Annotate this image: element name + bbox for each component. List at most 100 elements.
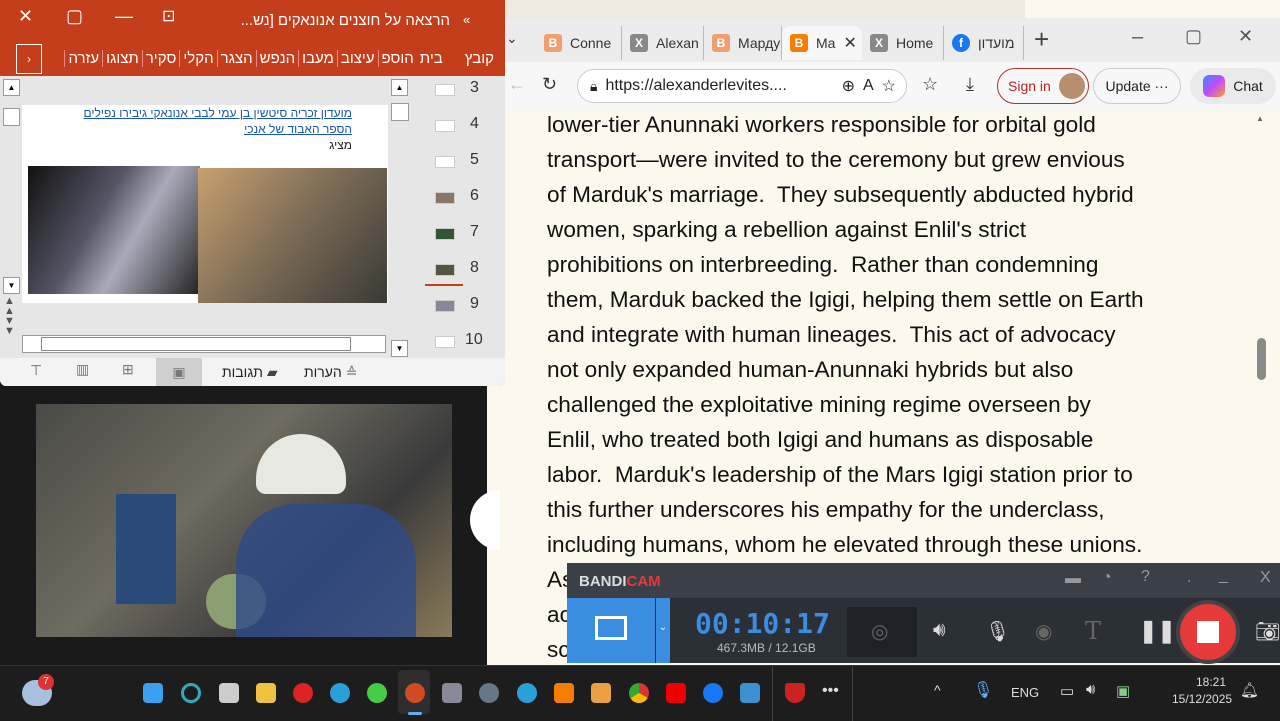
microphone-icon[interactable]: 🎙︎ [973,680,993,700]
scrollbar-thumb[interactable] [41,337,351,351]
close-tab-icon[interactable]: ✕ [843,33,856,53]
ribbon-tab[interactable]: הצגר [216,49,256,67]
checkbox[interactable] [391,103,409,121]
notifications-bell-icon[interactable]: 🔔︎ [1240,681,1259,699]
folder-icon[interactable]: ▬ [1065,570,1081,588]
player-icon[interactable] [367,683,387,703]
slide-thumbnail[interactable] [435,228,455,240]
tab-facebook[interactable]: f מועדון [944,26,1024,60]
tab-list-chevron-icon[interactable]: ⌄ [506,30,518,47]
slide-thumbnail[interactable] [435,84,455,96]
scroll-up-button[interactable]: ▲ [3,79,20,96]
clock-time[interactable]: 18:21 [1196,675,1226,689]
help-icon[interactable]: ? [1141,568,1150,586]
read-aloud-icon[interactable]: A [863,77,874,95]
mode-dropdown[interactable]: ⌄ [656,598,670,663]
sign-in-button[interactable]: Sign in [997,68,1089,104]
close-button[interactable]: ✕ [18,6,33,27]
slide-number[interactable]: 10 [465,331,483,349]
language-indicator[interactable]: ENG [1011,685,1039,700]
tab-conne[interactable]: B Conne [536,26,622,60]
tab-home[interactable]: X Home [862,26,944,60]
ribbon-tab[interactable]: בית [417,50,453,67]
favorite-star-icon[interactable]: ☆ [882,76,896,96]
task-view-icon[interactable] [219,683,239,703]
favorites-icon[interactable]: ☆ [922,74,938,95]
pause-button[interactable]: ❚❚ [1139,618,1176,644]
side-panel-tab[interactable] [470,490,500,550]
slide-sorter-icon[interactable]: ⊞ [122,361,134,378]
edge-icon[interactable] [330,683,350,703]
expand-icon[interactable]: « [463,12,470,27]
ribbon-tab[interactable]: הנפש [255,49,298,67]
show-hidden-icons[interactable]: ^ [934,682,941,698]
youtube-icon[interactable] [666,683,686,703]
slide-link[interactable]: מועדון זכריה סיטשין בן עמי לבבי אנונאקי … [62,105,352,137]
prev-next-slide-icon[interactable]: ▲ ▲ ▼ ▼ [4,296,15,337]
new-tab-button[interactable]: + [1034,24,1049,55]
minimize-button[interactable]: — [115,6,133,27]
maximize-button[interactable]: ▢ [66,6,83,27]
search-icon[interactable] [181,683,201,703]
thumb-scroll-down[interactable]: ▼ [391,340,408,357]
video-app-icon[interactable] [591,683,611,703]
downloads-icon[interactable]: ⤓ [966,74,974,95]
slideshow-view-icon[interactable]: ⊤ [30,362,42,379]
maximize-button[interactable]: ▢ [1185,26,1202,47]
slide-number[interactable]: 4 [470,115,479,133]
ribbon-tab[interactable]: מעבו [298,49,337,67]
tab-active[interactable]: B Ma ✕ [782,26,862,60]
facebook-icon[interactable] [703,683,723,703]
comments-button[interactable]: תגובות ▰ [222,364,278,381]
slide-number[interactable]: 6 [470,187,479,205]
slide-thumbnail[interactable] [435,300,455,312]
ribbon-tab[interactable]: עזרה [64,49,102,67]
stop-recording-button[interactable] [1176,600,1240,664]
webcam-toggle-button[interactable]: ◎ [847,607,917,657]
scrollbar-thumb[interactable] [1257,338,1266,380]
close-window-button[interactable]: ✕ [1238,26,1253,47]
tab-marduk[interactable]: B Марду [704,26,782,60]
close-button[interactable]: X [1260,569,1271,587]
slide-thumbnail[interactable] [435,336,455,348]
microphone-icon[interactable]: 🎙︎ [985,619,1010,644]
clock-icon[interactable]: ◔ [1102,569,1112,587]
chrome-icon[interactable] [629,683,649,703]
start-icon[interactable] [143,683,163,703]
slide-number[interactable]: 5 [470,151,479,169]
more-apps-icon[interactable]: ••• [822,682,839,700]
battery-icon[interactable]: ▣ [1116,682,1130,700]
notes-button[interactable]: הערות ≙ [304,364,357,381]
slide-thumbnail[interactable] [435,156,455,168]
slide-thumbnail[interactable] [435,264,455,276]
photos-icon[interactable] [740,683,760,703]
telegram-icon[interactable] [517,683,537,703]
scroll-up-icon[interactable]: ▲ [1256,114,1264,123]
slide-thumbnail[interactable] [435,192,455,204]
cursor-effect-icon[interactable]: ◉ [1035,619,1052,644]
ribbon-tab[interactable]: קובץ [453,50,497,67]
checkbox[interactable] [3,108,20,126]
ribbon-tab[interactable]: הוספ [377,49,417,67]
blogger-icon[interactable] [554,683,574,703]
minimize-button[interactable]: – [1132,26,1143,49]
slide-number[interactable]: 7 [470,223,479,241]
screen-recorder-icon[interactable] [293,683,313,703]
ribbon-tab[interactable]: עיצוב [336,49,378,67]
ribbon-tab[interactable]: סקיר [141,49,180,67]
copilot-chat-button[interactable]: Chat [1190,68,1276,104]
refresh-icon[interactable]: ↻ [542,74,557,95]
zoom-icon[interactable]: ⊕ [842,76,855,96]
slide-thumbnail[interactable] [435,120,455,132]
slide-number[interactable]: 8 [470,259,479,277]
normal-view-icon[interactable]: ▣ [156,358,202,386]
ribbon-scroll-button[interactable]: › [16,44,42,74]
minimize-button[interactable]: _ [1219,567,1228,585]
ribbon-tab[interactable]: תצוגו [102,49,142,67]
volume-icon[interactable]: 🔊︎ [1086,681,1095,698]
ribbon-tab[interactable]: הקלי [179,49,216,67]
mini-mode-button[interactable]: . [1187,569,1191,587]
speaker-icon[interactable]: 🔊︎ [933,619,946,642]
file-explorer-icon[interactable] [256,683,276,703]
reading-view-icon[interactable]: ▥ [76,361,89,378]
